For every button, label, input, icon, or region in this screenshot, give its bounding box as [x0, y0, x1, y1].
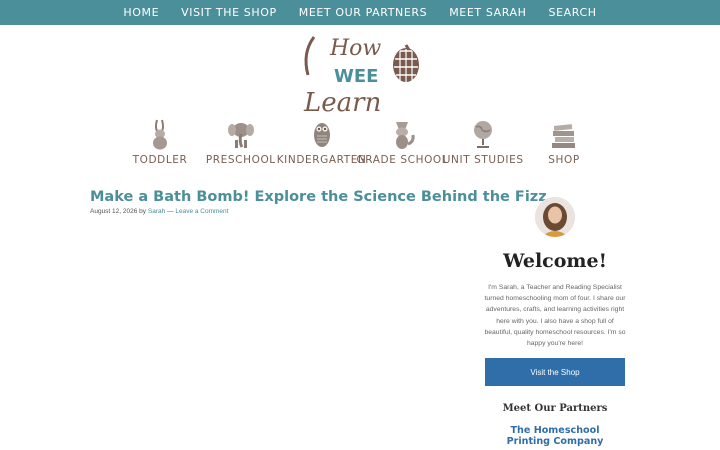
- author-photo: [535, 197, 575, 237]
- post-by: by: [139, 208, 147, 215]
- site-logo[interactable]: How WEE Learn: [296, 31, 424, 118]
- post-date: August 12, 2026: [90, 208, 138, 215]
- logo-word-learn: Learn: [303, 88, 381, 117]
- visit-the-shop-button[interactable]: Visit the Shop: [485, 358, 625, 386]
- partner-logo-line-2: Printing Company: [506, 435, 604, 447]
- category-toddler[interactable]: TODDLER: [122, 118, 198, 172]
- post-author-link[interactable]: Sarah: [148, 208, 165, 215]
- partner-logo-homeschool-printing-company[interactable]: The Homeschool Printing Company: [500, 425, 610, 447]
- post-title[interactable]: Make a Bath Bomb! Explore the Science Be…: [90, 189, 547, 205]
- nav-home[interactable]: HOME: [112, 6, 170, 19]
- owl-icon: [313, 123, 330, 147]
- post-meta: August 12, 2026 by Sarah — Leave a Comme…: [90, 208, 228, 215]
- rabbit-icon: [153, 119, 167, 150]
- nav-meet-our-partners[interactable]: MEET OUR PARTNERS: [288, 6, 438, 19]
- category-kindergarten[interactable]: KINDERGARTEN: [277, 118, 366, 172]
- category-preschool[interactable]: PRESCHOOL: [203, 118, 279, 172]
- logo-graphic: How WEE Learn: [303, 36, 419, 118]
- post-meta-separator: —: [167, 208, 174, 215]
- elephant-icon: [227, 123, 254, 148]
- top-navigation: HOME VISIT THE SHOP MEET OUR PARTNERS ME…: [0, 0, 720, 25]
- globe-icon: [474, 121, 493, 148]
- nav-search[interactable]: SEARCH: [538, 6, 608, 19]
- category-navigation: TODDLER PRESCHOOL KINDERGARTEN GRADE SCH…: [122, 118, 602, 172]
- nav-visit-the-shop[interactable]: VISIT THE SHOP: [170, 6, 288, 19]
- logo-word-how: How: [329, 36, 381, 61]
- partners-heading: Meet Our Partners: [502, 403, 608, 414]
- logo-word-wee: WEE: [334, 66, 378, 87]
- books-icon: [551, 124, 575, 148]
- partner-logo-line-1: The Homeschool: [510, 425, 600, 436]
- nav-meet-sarah[interactable]: MEET SARAH: [438, 6, 537, 19]
- leave-comment-link[interactable]: Leave a Comment: [175, 208, 228, 215]
- category-unit-studies[interactable]: UNIT STUDIES: [443, 118, 523, 172]
- fox-icon: [396, 122, 416, 149]
- sidebar-bio: I'm Sarah, a Teacher and Reading Special…: [484, 284, 626, 348]
- avatar: [535, 197, 575, 237]
- pinecone-icon: [393, 48, 419, 82]
- category-grade-school[interactable]: GRADE SCHOOL: [357, 118, 448, 172]
- sidebar-welcome-heading: Welcome!: [503, 250, 607, 272]
- category-shop[interactable]: SHOP: [526, 118, 602, 172]
